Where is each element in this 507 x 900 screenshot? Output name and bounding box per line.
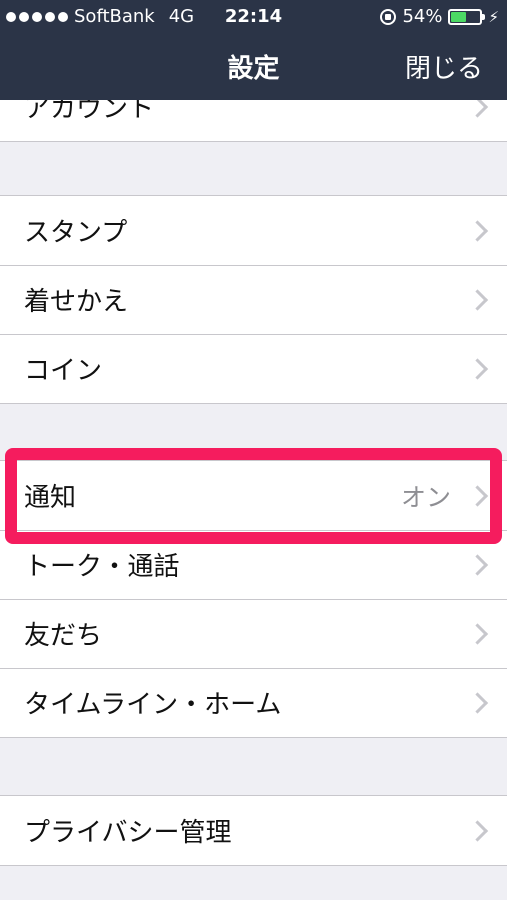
- settings-row-privacy[interactable]: プライバシー管理: [0, 796, 507, 865]
- settings-group-privacy: プライバシー管理: [0, 795, 507, 866]
- settings-row-label: トーク・通話: [24, 552, 180, 582]
- settings-row-label: 着せかえ: [24, 287, 129, 317]
- status-bar: SoftBank 4G 22:14 54% ⚡: [0, 0, 507, 34]
- chevron-right-icon: [466, 357, 489, 380]
- settings-row-label: 通知: [24, 483, 77, 513]
- navigation-bar: SoftBank 4G 22:14 54% ⚡ 設定 閉じる: [0, 0, 507, 100]
- chevron-right-icon: [466, 819, 489, 842]
- chevron-right-icon: [466, 691, 489, 714]
- charging-bolt-icon: ⚡: [488, 7, 499, 26]
- chevron-right-icon: [466, 219, 489, 242]
- settings-row-label: スタンプ: [24, 218, 128, 248]
- settings-row-label: プライバシー管理: [24, 818, 232, 848]
- battery-icon: [448, 8, 486, 25]
- settings-row-stickers[interactable]: スタンプ: [0, 196, 507, 265]
- battery-percent: 54%: [402, 6, 443, 27]
- status-right: 54% ⚡: [380, 6, 499, 27]
- close-button[interactable]: 閉じる: [405, 48, 483, 85]
- settings-row-themes[interactable]: 着せかえ: [0, 265, 507, 334]
- settings-row-timeline-home[interactable]: タイムライン・ホーム: [0, 668, 507, 737]
- chevron-right-icon: [466, 288, 489, 311]
- chevron-right-icon: [466, 484, 489, 507]
- settings-row-friends[interactable]: 友だち: [0, 599, 507, 668]
- settings-group-general: 通知 オン トーク・通話 友だち タイムライン・ホーム: [0, 460, 507, 738]
- settings-row-chats-calls[interactable]: トーク・通話: [0, 530, 507, 599]
- notification-status-value: オン: [400, 482, 451, 512]
- settings-row-label: 友だち: [24, 621, 103, 651]
- chevron-right-icon: [466, 553, 489, 576]
- settings-row-notifications[interactable]: 通知 オン: [0, 461, 507, 530]
- settings-row-coins[interactable]: コイン: [0, 334, 507, 403]
- rotation-lock-icon: [380, 8, 397, 25]
- settings-row-label: コイン: [24, 356, 103, 386]
- chevron-right-icon: [466, 622, 489, 645]
- settings-group-store: スタンプ 着せかえ コイン: [0, 195, 507, 404]
- settings-row-label: タイムライン・ホーム: [24, 690, 282, 720]
